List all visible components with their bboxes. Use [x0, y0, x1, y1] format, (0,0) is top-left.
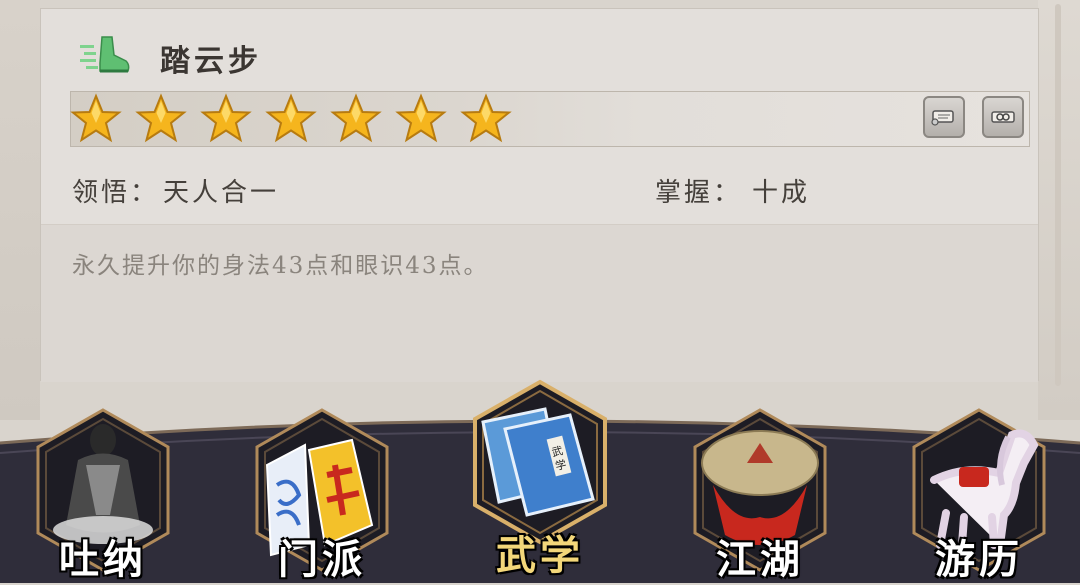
nav-tuna[interactable]: 吐纳	[28, 405, 178, 583]
star-icon	[135, 93, 187, 143]
star-icon	[200, 93, 252, 143]
scrollbar[interactable]	[1055, 4, 1061, 386]
nav-label: 江湖	[716, 536, 804, 583]
bottom-nav: 吐纳 门派 武 学 武学 江湖 游历	[0, 379, 1080, 583]
nav-wuxue[interactable]: 武 学 武学	[465, 377, 615, 579]
star-icon	[330, 93, 382, 143]
nav-menpai[interactable]: 门派	[247, 405, 397, 583]
skill-name: 踏云步	[160, 44, 262, 79]
mastery-label: 掌握：	[655, 178, 743, 208]
martial-books-icon: 武 学	[481, 407, 595, 517]
mastery-value: 十成	[752, 178, 811, 208]
nav-label: 武学	[496, 532, 584, 579]
nav-youli[interactable]: 游历	[904, 405, 1054, 583]
nav-jianghu[interactable]: 江湖	[685, 405, 835, 583]
comprehension-value: 天人合一	[163, 178, 280, 208]
nav-label: 门派	[278, 536, 366, 583]
scroll-skill-button[interactable]	[923, 96, 965, 138]
scroll-icon	[931, 110, 954, 126]
comprehension-label: 领悟：	[72, 178, 160, 208]
link-skill-button[interactable]	[982, 96, 1024, 138]
star-icon	[265, 93, 317, 143]
skill-description: 永久提升你的身法43点和眼识43点。	[72, 253, 489, 279]
star-icon	[460, 93, 512, 143]
link-icon	[991, 111, 1015, 123]
nav-label: 吐纳	[59, 536, 147, 583]
background-left	[0, 0, 40, 420]
star-icon	[395, 93, 447, 143]
boot-icon	[80, 36, 130, 73]
star-icon	[70, 93, 122, 143]
nav-label: 游历	[935, 536, 1023, 583]
